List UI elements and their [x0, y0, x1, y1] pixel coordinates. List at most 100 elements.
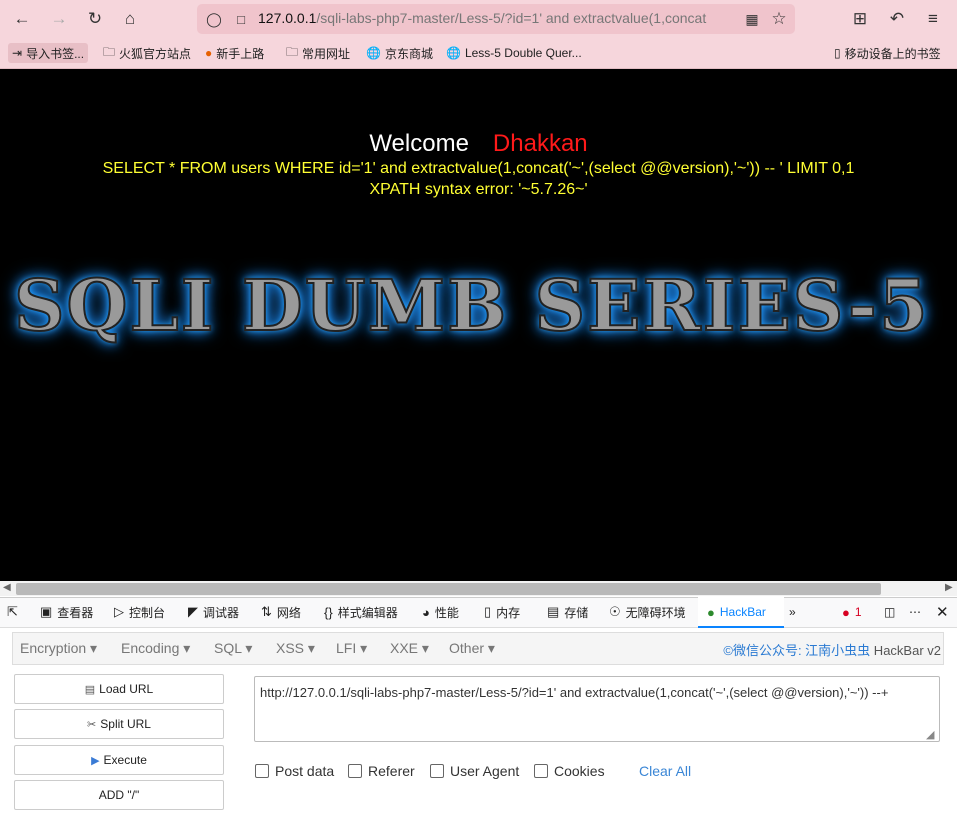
menu-sql[interactable]: SQL ▾	[214, 640, 252, 657]
tab-console[interactable]: ▷ 控制台	[114, 603, 165, 621]
load-icon: ▤	[84, 683, 96, 696]
menu-label: LFI	[336, 640, 357, 656]
reload-icon[interactable]: ↻	[83, 7, 107, 31]
bookmark-getting-started[interactable]: ● 新手上路	[205, 43, 264, 63]
storage-icon: ▤	[547, 604, 560, 619]
bookmark-label: 火狐官方站点	[119, 46, 192, 61]
hackbar-brand: ©微信公众号: 江南小虫虫 HackBar v2	[723, 640, 941, 659]
firefox-icon: ●	[205, 46, 213, 60]
scroll-right-icon[interactable]: ▶	[945, 582, 953, 593]
tab-accessibility[interactable]: ☉ 无障碍环境	[609, 603, 686, 621]
home-icon[interactable]: ⌂	[118, 7, 142, 31]
tab-network[interactable]: ⇅ 网络	[261, 603, 301, 621]
bookmark-less5[interactable]: 🌐 Less-5 Double Quer...	[446, 43, 582, 63]
button-label: Split URL	[100, 717, 151, 731]
checkbox-box[interactable]	[534, 764, 548, 778]
more-options-icon[interactable]: ⋯	[909, 603, 921, 621]
tab-storage[interactable]: ▤ 存储	[547, 603, 588, 621]
crop-icon[interactable]: ⊞	[848, 7, 872, 31]
checkbox-box[interactable]	[348, 764, 362, 778]
globe-icon: 🌐	[446, 46, 461, 60]
tab-style-editor[interactable]: {} 样式编辑器	[324, 603, 398, 621]
post-data-checkbox[interactable]: Post data	[255, 763, 334, 779]
undo-icon[interactable]: ↶	[885, 7, 909, 31]
menu-lfi[interactable]: LFI ▾	[336, 640, 367, 657]
sql-query-text: SELECT * FROM users WHERE id='1' and ext…	[102, 160, 855, 177]
clear-all-link[interactable]: Clear All	[639, 763, 691, 779]
forward-icon[interactable]: →	[47, 7, 71, 31]
checkbox-label: Post data	[275, 763, 335, 779]
menu-icon[interactable]: ≡	[921, 7, 945, 31]
accessibility-icon: ☉	[609, 604, 621, 619]
tab-label: 内存	[496, 605, 521, 620]
resize-grip-icon[interactable]: ◢	[926, 728, 934, 741]
menu-xss[interactable]: XSS ▾	[276, 640, 315, 657]
tab-memory[interactable]: ▯ 内存	[484, 603, 520, 621]
inspector-icon: ▣	[40, 604, 53, 619]
split-url-button[interactable]: ✂ Split URL	[14, 709, 224, 739]
load-url-button[interactable]: ▤ Load URL	[14, 674, 224, 704]
close-icon[interactable]: ✕	[936, 603, 949, 621]
element-picker-icon[interactable]: ⇱	[7, 603, 23, 621]
console-icon: ▷	[114, 604, 124, 619]
error-icon: ●	[842, 604, 850, 620]
cookies-checkbox[interactable]: Cookies	[534, 763, 605, 779]
url-path: /sqli-labs-php7-master/Less-5/?id=1' and…	[316, 10, 707, 26]
globe-icon: 🌐	[366, 46, 381, 60]
welcome-line: Welcome Dhakkan	[0, 130, 957, 158]
back-icon[interactable]: ←	[10, 7, 34, 31]
button-label: Execute	[103, 753, 147, 767]
tab-label: 存储	[564, 605, 589, 620]
button-label: Load URL	[99, 682, 154, 696]
url-host: 127.0.0.1	[258, 10, 317, 26]
hackbar-url-input[interactable]: http://127.0.0.1/sqli-labs-php7-master/L…	[254, 676, 940, 742]
tab-hackbar[interactable]: ● HackBar	[707, 603, 766, 621]
scissors-icon: ✂	[87, 718, 97, 731]
url-text[interactable]: 127.0.0.1/sqli-labs-php7-master/Less-5/?…	[258, 10, 744, 26]
bookmark-import[interactable]: ⇥ 导入书签...	[8, 43, 89, 63]
mobile-icon: ▯	[834, 46, 841, 60]
menu-encoding[interactable]: Encoding ▾	[121, 640, 190, 657]
tab-inspector[interactable]: ▣ 查看器	[40, 603, 93, 621]
shield-icon[interactable]: ◯	[202, 7, 226, 31]
xpath-error-text: XPATH syntax error: '~5.7.26~'	[369, 181, 588, 198]
welcome-name: Dhakkan	[492, 130, 588, 157]
tab-label: 调试器	[203, 605, 240, 620]
bookmark-common-sites[interactable]: 🗀 常用网址	[286, 43, 350, 63]
tab-performance[interactable]: ◕ 性能	[422, 603, 459, 621]
menu-xxe[interactable]: XXE ▾	[390, 640, 429, 657]
folder-icon: 🗀	[286, 44, 299, 59]
more-tabs-icon[interactable]: »	[789, 603, 796, 621]
user-agent-checkbox[interactable]: User Agent	[430, 763, 519, 779]
checkbox-box[interactable]	[255, 764, 269, 778]
tab-label: 查看器	[57, 605, 94, 620]
menu-label: XSS	[276, 640, 305, 656]
menu-encryption[interactable]: Encryption ▾	[20, 640, 97, 657]
series-banner: SQLI DUMB SERIES-5	[13, 263, 930, 348]
star-icon[interactable]: ☆	[767, 7, 791, 31]
tab-label: 网络	[276, 605, 301, 620]
menu-label: Encryption	[20, 640, 87, 656]
welcome-text: Welcome	[369, 130, 469, 157]
web-page: Welcome Dhakkan SELECT * FROM users WHERE…	[0, 69, 957, 581]
execute-button[interactable]: ▶ Execute	[14, 745, 224, 775]
checkbox-box[interactable]	[430, 764, 444, 778]
brand-link[interactable]: ©微信公众号: 江南小虫虫	[723, 643, 870, 658]
menu-label: SQL	[214, 640, 242, 656]
referer-checkbox[interactable]: Referer	[348, 763, 415, 779]
qr-code-icon[interactable]: ▦	[740, 7, 764, 31]
bookmark-firefox-site[interactable]: 🗀 火狐官方站点	[103, 43, 191, 63]
bookmark-jd[interactable]: 🌐 京东商城	[366, 43, 433, 63]
button-label: ADD "/"	[98, 788, 140, 802]
add-slash-button[interactable]: ADD "/"	[14, 780, 224, 810]
bookmark-mobile[interactable]: ▯ 移动设备上的书签	[834, 43, 941, 63]
scrollbar-thumb[interactable]	[16, 583, 881, 595]
error-count-badge[interactable]: ● 1	[842, 603, 862, 621]
network-icon: ⇅	[261, 604, 272, 619]
dock-icon[interactable]: ◫	[884, 603, 895, 621]
page-info-icon[interactable]: □	[229, 7, 253, 31]
checkbox-label: Cookies	[554, 763, 605, 779]
scroll-left-icon[interactable]: ◀	[3, 582, 11, 593]
tab-debugger[interactable]: ◤ 调试器	[188, 603, 239, 621]
menu-other[interactable]: Other ▾	[449, 640, 495, 657]
